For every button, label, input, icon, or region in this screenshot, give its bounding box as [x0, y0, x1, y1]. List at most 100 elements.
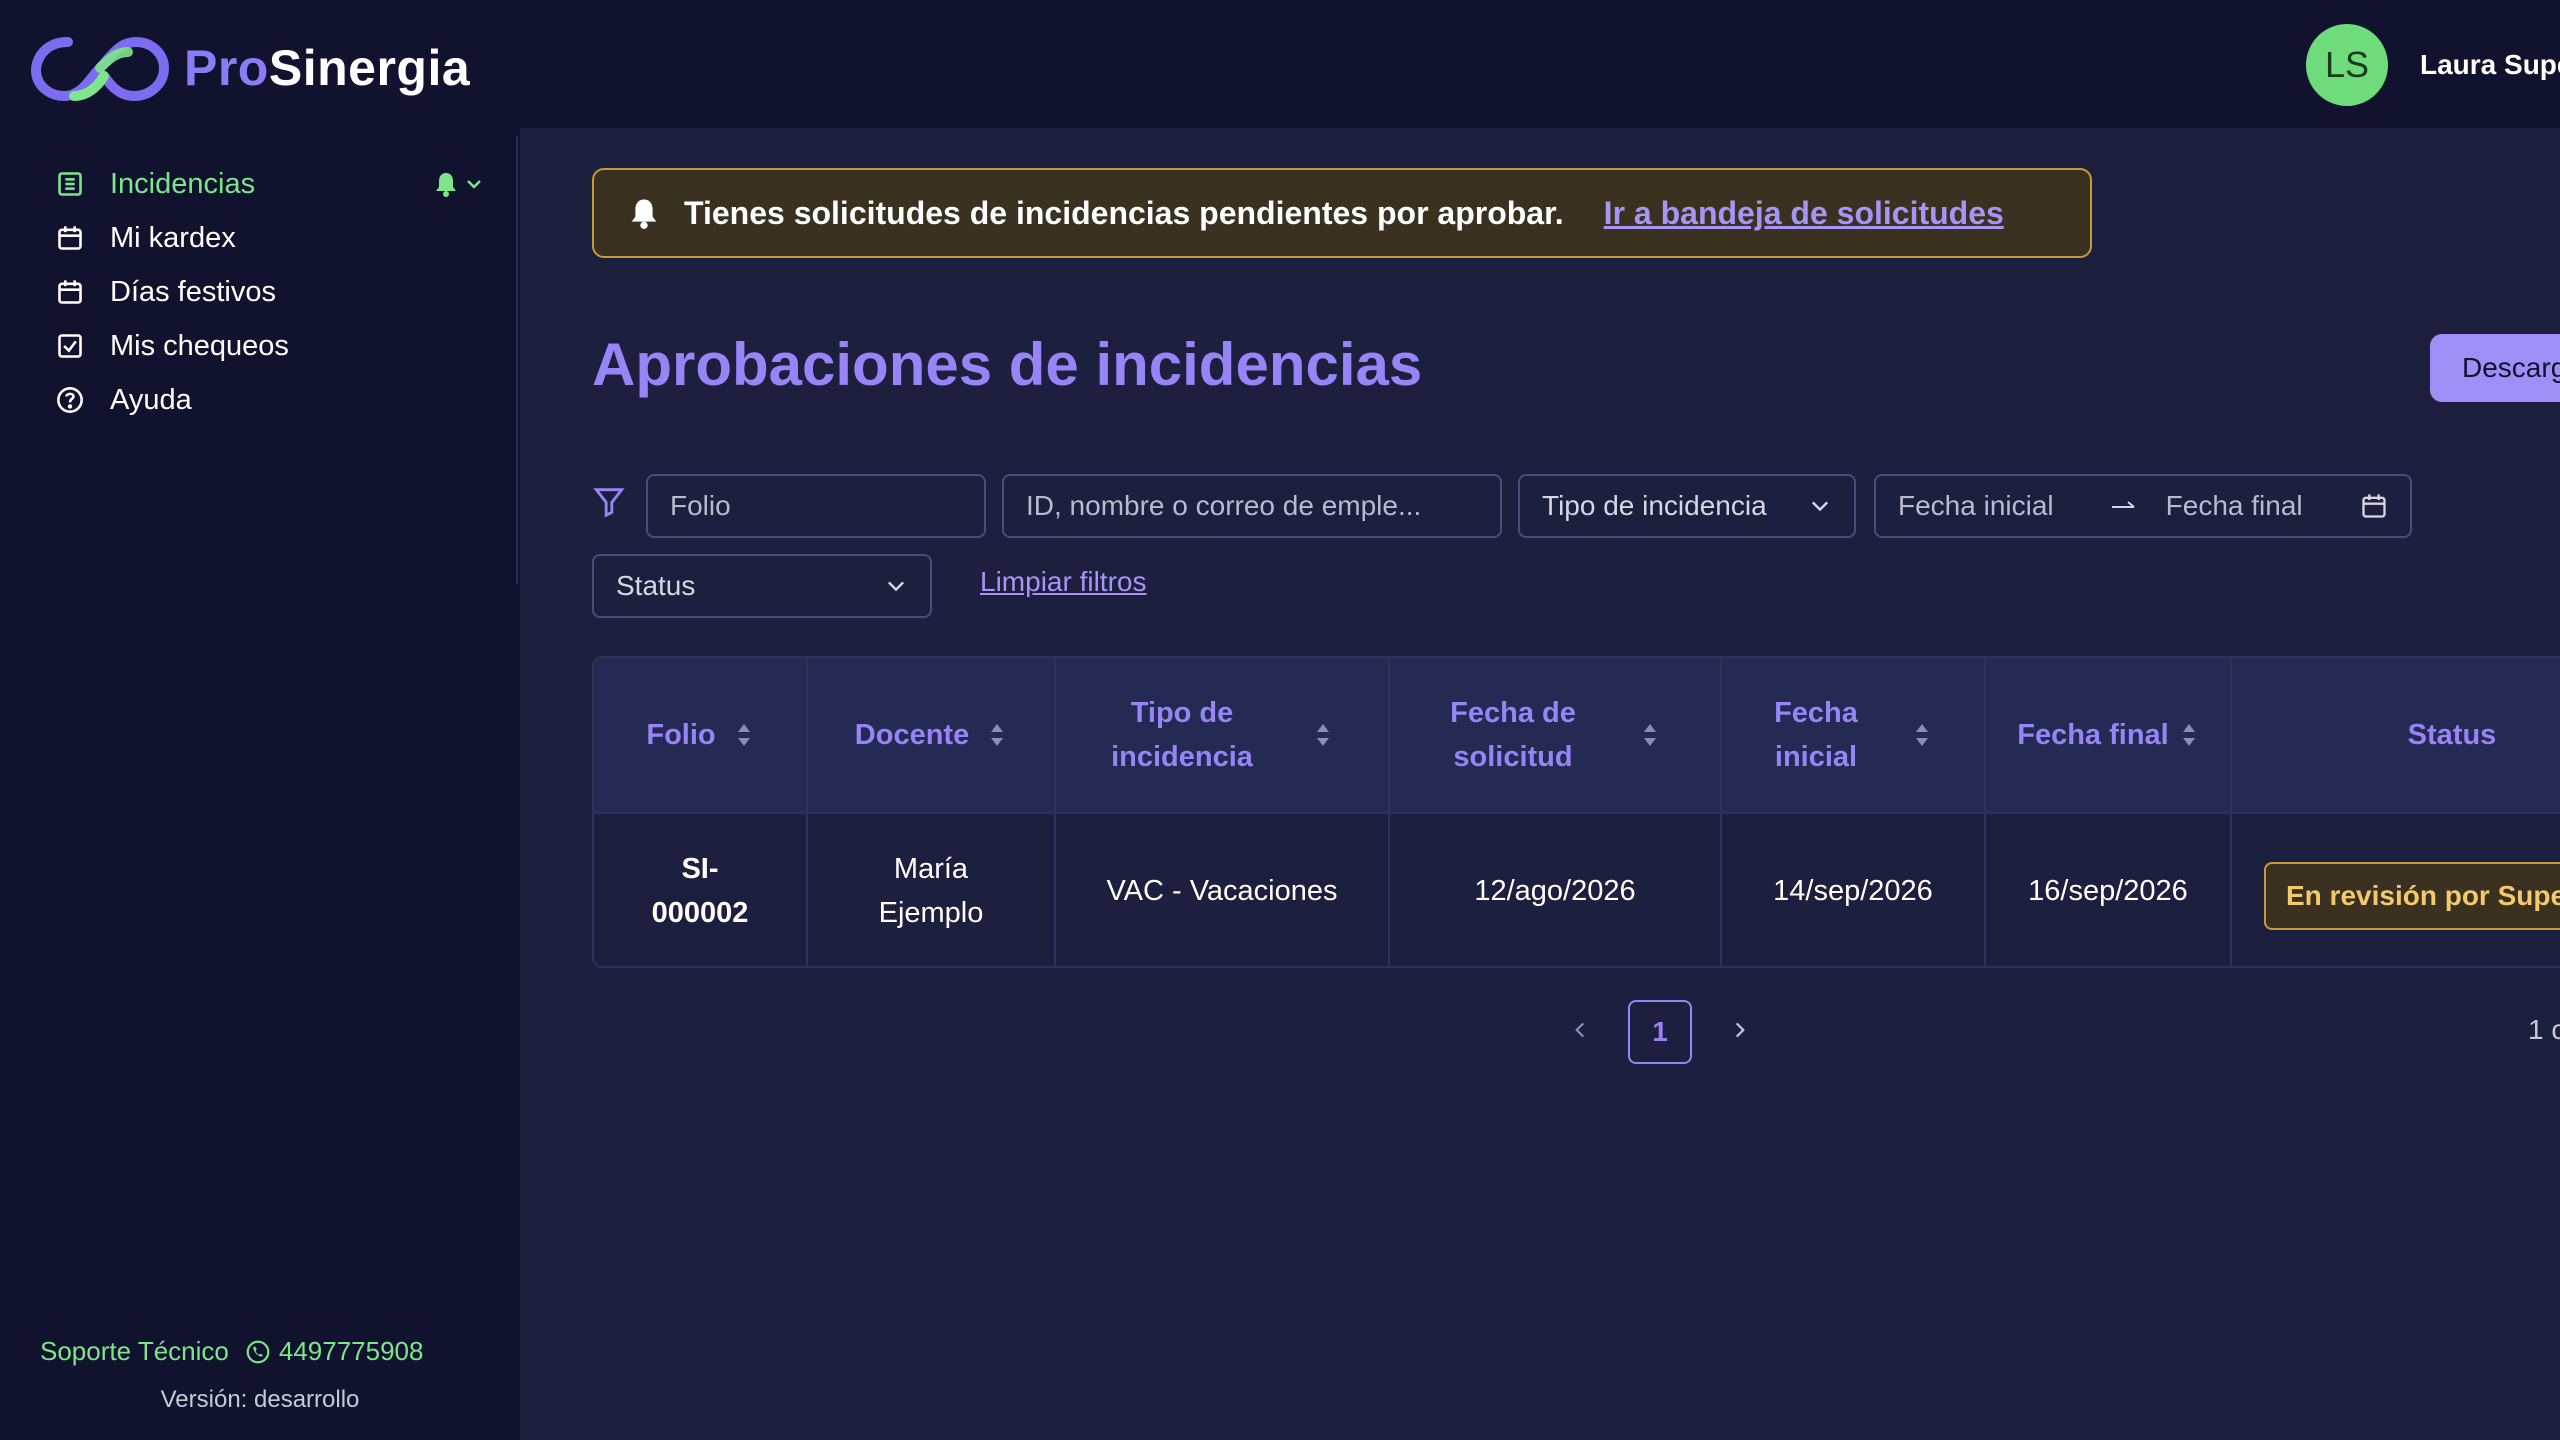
help-circle-icon: [54, 384, 86, 416]
table-header: Folio Docente Tipo de incidencia Fecha de…: [594, 658, 2560, 812]
sidebar-item-label: Incidencias: [110, 167, 256, 200]
column-header-line: Tipo de: [1130, 697, 1234, 729]
list-icon: [54, 168, 86, 200]
table-row[interactable]: SI- 000002 María Ejemplo VAC - Vacaciones …: [594, 812, 2560, 966]
infinity-logo-icon: [30, 36, 170, 102]
date-start[interactable]: Fecha inicial: [1898, 490, 2054, 522]
sidebar-item-mi-kardex[interactable]: Mi kardex: [54, 208, 484, 268]
column-header-label: Folio: [646, 719, 716, 751]
alert-message: Tienes solicitudes de incidencias pendie…: [684, 194, 1564, 231]
user-name[interactable]: Laura Supe: [2420, 49, 2560, 81]
bell-icon: [631, 199, 657, 229]
cell-value: María Ejemplo: [879, 847, 984, 935]
employee-field[interactable]: [1026, 490, 1478, 522]
sidebar-item-incidencias[interactable]: Incidencias: [54, 154, 484, 214]
calendar-icon: [54, 276, 86, 308]
cell-line: María: [893, 853, 969, 885]
sidebar-item-mis-chequeos[interactable]: Mis chequeos: [54, 316, 484, 376]
status-select[interactable]: Status: [592, 554, 932, 618]
column-header-label: Fecha inicial: [1774, 691, 1858, 779]
column-header-folio[interactable]: Folio: [594, 658, 808, 812]
chevron-down-icon: [887, 581, 905, 592]
column-header-tipo[interactable]: Tipo de incidencia: [1056, 658, 1390, 812]
column-header-label: Fecha final: [2017, 719, 2169, 751]
sort-icon: [737, 724, 750, 746]
chevron-left-icon: [1575, 1022, 1585, 1038]
sidebar-item-label: Ayuda: [110, 383, 192, 416]
cell-folio: SI- 000002: [594, 814, 808, 966]
column-header-label: Tipo de incidencia: [1111, 691, 1253, 779]
date-range-picker[interactable]: Fecha inicial Fecha final: [1874, 474, 2412, 538]
sort-icon: [1915, 724, 1928, 746]
clear-filters-link[interactable]: Limpiar filtros: [980, 566, 1146, 598]
sort-icon: [1316, 724, 1329, 746]
sort-icon: [1643, 724, 1656, 746]
employee-search-input[interactable]: [1002, 474, 1502, 538]
requests-inbox-link[interactable]: Ir a bandeja de solicitudes: [1604, 195, 2004, 232]
column-header-line: solicitud: [1453, 741, 1573, 773]
support-phone-link[interactable]: 4497775908: [245, 1336, 424, 1367]
support-phone: 4497775908: [278, 1336, 424, 1366]
incidencias-notification-toggle[interactable]: [434, 171, 484, 197]
download-button[interactable]: Descarg: [2430, 334, 2560, 402]
cell-line: Ejemplo: [878, 897, 984, 929]
filter-icon: [593, 488, 625, 518]
bell-icon: [436, 173, 456, 197]
pagination-next-button[interactable]: [1720, 1010, 1760, 1050]
column-header-docente[interactable]: Docente: [808, 658, 1056, 812]
cell-line: 000002: [651, 897, 749, 929]
pagination-prev-button[interactable]: [1560, 1010, 1600, 1050]
chevron-down-icon: [1811, 501, 1829, 512]
whatsapp-icon: [246, 1340, 270, 1363]
brand-name: ProSinergia: [184, 39, 470, 97]
sidebar-item-label: Días festivos: [110, 275, 276, 308]
app-version: Versión: desarrollo: [160, 1386, 360, 1413]
cell-line: SI-: [681, 853, 719, 885]
pagination-page-1[interactable]: 1: [1628, 1000, 1692, 1064]
status-badge: En revisión por Supe: [2264, 862, 2560, 930]
column-header-label: Status: [2407, 719, 2497, 751]
column-header-status[interactable]: Status: [2232, 658, 2560, 812]
column-header-label: Docente: [854, 719, 970, 751]
cell-docente: María Ejemplo: [808, 814, 1056, 966]
top-bar: ProSinergia LS Laura Supe: [0, 0, 2560, 128]
column-header-label: Fecha de solicitud: [1450, 691, 1576, 779]
checkbox-icon: [54, 330, 86, 362]
date-end[interactable]: Fecha final: [2166, 490, 2303, 522]
support-contact: Soporte Técnico 4497775908: [40, 1336, 423, 1367]
cell-fecha-final: 16/sep/2026: [1986, 814, 2232, 966]
arrow-right-icon: [2111, 501, 2135, 508]
incident-type-select[interactable]: Tipo de incidencia: [1518, 474, 1856, 538]
user-menu[interactable]: LS Laura Supe: [2306, 24, 2560, 106]
column-header-line: incidencia: [1111, 741, 1253, 773]
folio-input[interactable]: [646, 474, 986, 538]
chevron-down-icon: [467, 180, 481, 189]
sidebar: Incidencias Mi kardex Días festivos Mis …: [0, 128, 520, 1440]
sort-icon: [991, 724, 1004, 746]
avatar[interactable]: LS: [2306, 24, 2388, 106]
calendar-icon: [2362, 494, 2386, 518]
cell-fecha-inicial: 14/sep/2026: [1722, 814, 1986, 966]
page-title: Aprobaciones de incidencias: [592, 331, 1423, 398]
column-header-fecha-final[interactable]: Fecha final: [1986, 658, 2232, 812]
pending-approvals-alert: Tienes solicitudes de incidencias pendie…: [592, 168, 2092, 258]
column-header-fecha-inicial[interactable]: Fecha inicial: [1722, 658, 1986, 812]
brand-logo[interactable]: ProSinergia: [30, 30, 470, 106]
brand-sinergia: Sinergia: [268, 40, 471, 96]
sidebar-item-ayuda[interactable]: Ayuda: [54, 370, 484, 430]
cell-tipo: VAC - Vacaciones: [1056, 814, 1390, 966]
column-header-line: inicial: [1774, 741, 1858, 773]
column-header-fecha-solicitud[interactable]: Fecha de solicitud: [1390, 658, 1722, 812]
sidebar-item-label: Mi kardex: [110, 221, 236, 254]
incidents-table: Folio Docente Tipo de incidencia Fecha de…: [592, 656, 2560, 968]
incident-type-label: Tipo de incidencia: [1542, 490, 1767, 521]
sidebar-divider: [516, 136, 518, 584]
pagination-total: 1 c: [2528, 1014, 2560, 1045]
column-header-line: Fecha: [1774, 697, 1858, 729]
folio-field[interactable]: [670, 490, 962, 522]
sort-icon: [2182, 724, 2195, 746]
cell-fecha-solicitud: 12/ago/2026: [1390, 814, 1722, 966]
status-select-label: Status: [616, 570, 696, 601]
sidebar-item-dias-festivos[interactable]: Días festivos: [54, 262, 484, 322]
column-header-line: Fecha de: [1450, 697, 1576, 729]
